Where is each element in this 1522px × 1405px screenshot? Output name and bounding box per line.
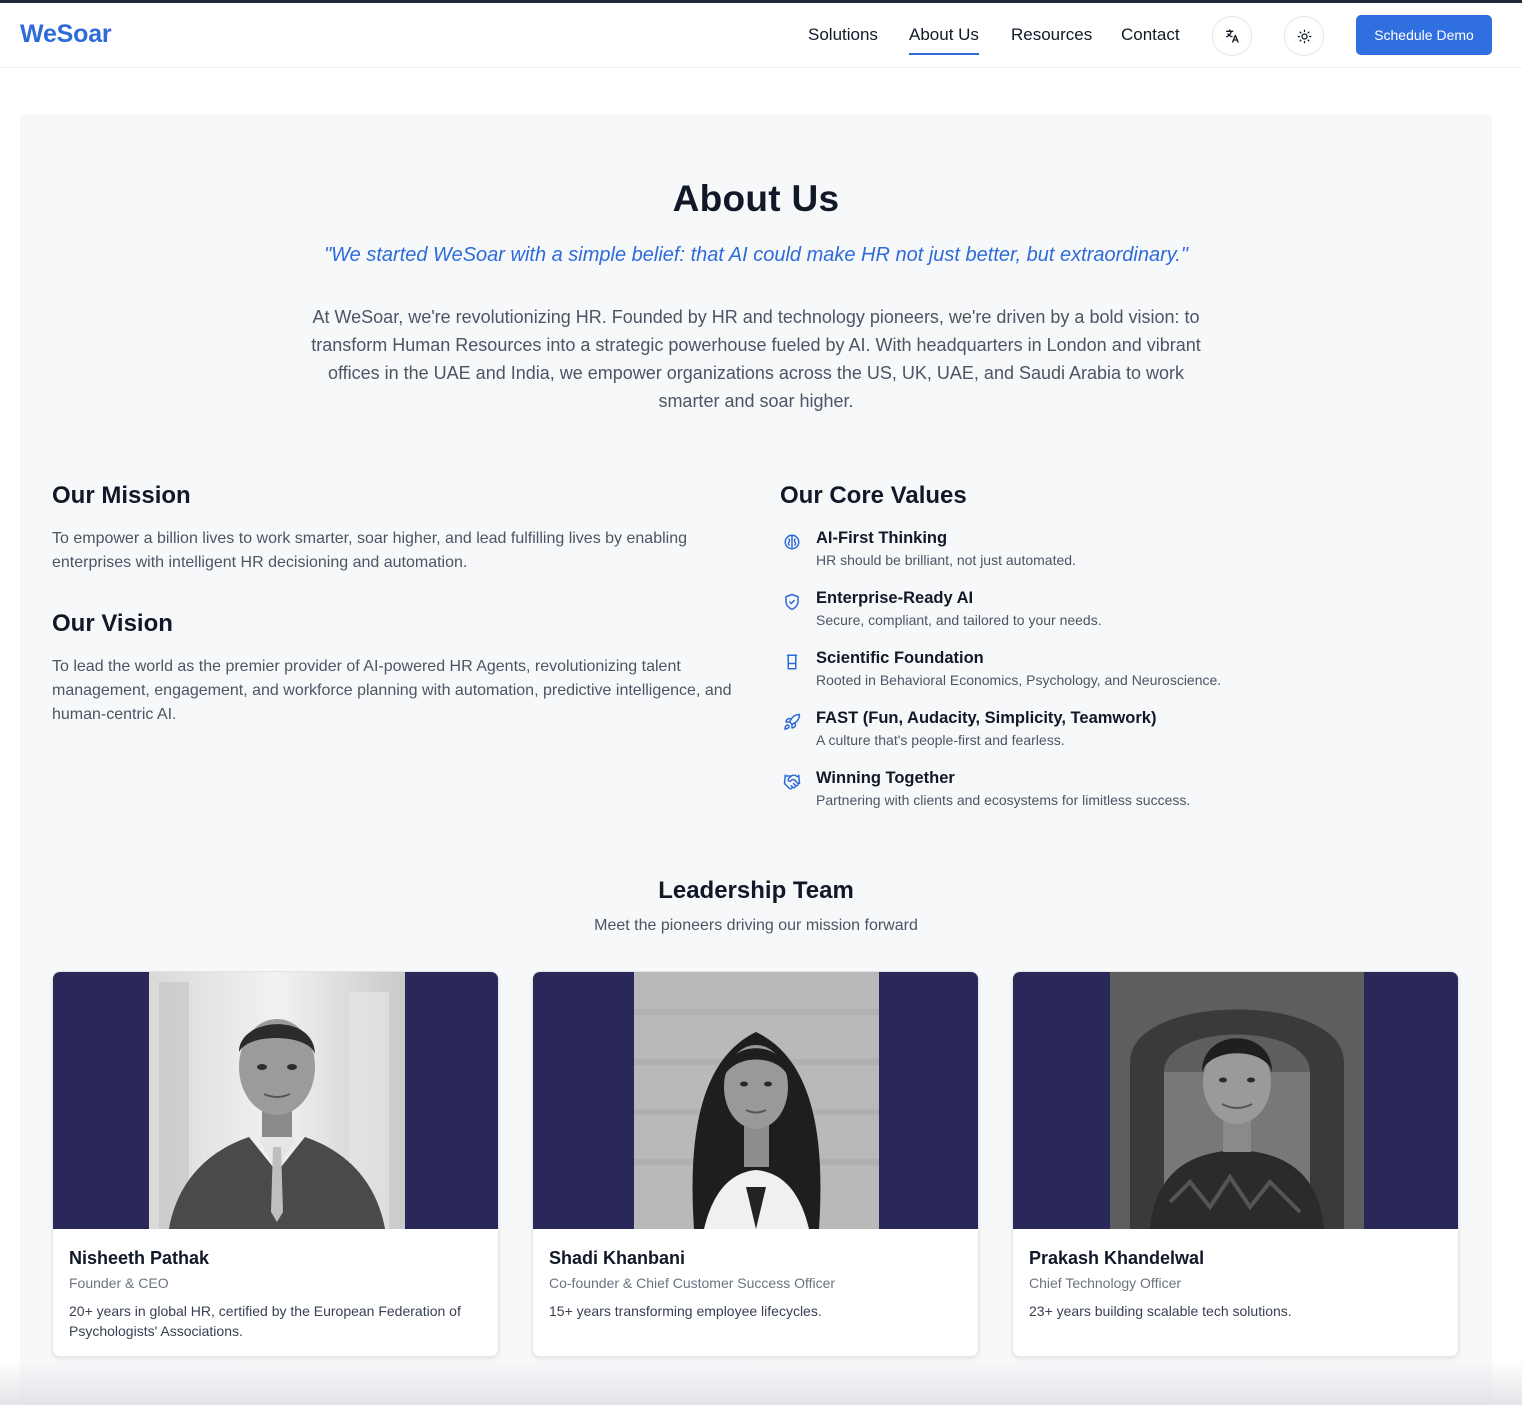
value-title: Enterprise-Ready AI xyxy=(816,589,974,607)
value-title: Scientific Foundation xyxy=(816,649,984,667)
value-title: AI-First Thinking xyxy=(816,529,948,547)
active-nav-indicator xyxy=(909,53,979,55)
page-title: About Us xyxy=(672,178,840,219)
vision-heading: Our Vision xyxy=(52,610,173,637)
value-description: Secure, compliant, and tailored to your … xyxy=(816,612,1102,628)
language-button[interactable] xyxy=(1212,16,1252,56)
value-description: A culture that's people-first and fearle… xyxy=(816,732,1065,748)
mission-heading: Our Mission xyxy=(52,482,191,509)
member-bio: 23+ years building scalable tech solutio… xyxy=(1029,1303,1292,1319)
value-title: Winning Together xyxy=(816,769,955,787)
member-photo-frame xyxy=(1013,972,1458,1229)
member-name: Prakash Khandelwal xyxy=(1029,1248,1205,1268)
vision-text: To lead the world as the premier provide… xyxy=(52,658,732,723)
member-role: Chief Technology Officer xyxy=(1029,1275,1182,1291)
team-card[interactable]: Nisheeth Pathak Founder & CEO 20+ years … xyxy=(52,971,499,1357)
site-header: WeSoar Solutions About Us Resources Cont… xyxy=(0,3,1522,68)
value-title: FAST (Fun, Audacity, Simplicity, Teamwor… xyxy=(816,709,1157,727)
value-description: Partnering with clients and ecosystems f… xyxy=(816,792,1191,808)
schedule-demo-button[interactable]: Schedule Demo xyxy=(1356,15,1492,55)
core-values-heading: Our Core Values xyxy=(780,482,967,509)
team-card[interactable]: Shadi Khanbani Co-founder & Chief Custom… xyxy=(532,971,979,1357)
team-card[interactable]: Prakash Khandelwal Chief Technology Offi… xyxy=(1012,971,1459,1357)
value-item: Winning Together Partnering with clients… xyxy=(780,769,1480,819)
member-name: Shadi Khanbani xyxy=(549,1248,686,1268)
nav-solutions[interactable]: Solutions xyxy=(808,25,878,45)
theme-toggle-button[interactable] xyxy=(1284,16,1324,56)
mission-text: To empower a billion lives to work smart… xyxy=(52,530,687,571)
team-heading: Leadership Team xyxy=(658,877,854,904)
member-role: Co-founder & Chief Customer Success Offi… xyxy=(549,1275,836,1291)
value-description: Rooted in Behavioral Economics, Psycholo… xyxy=(816,672,1222,688)
value-item: Enterprise-Ready AI Secure, compliant, a… xyxy=(780,589,1480,639)
member-photo xyxy=(149,972,405,1229)
member-role: Founder & CEO xyxy=(69,1275,169,1291)
translate-icon xyxy=(1226,29,1239,43)
nav-resources[interactable]: Resources xyxy=(1011,25,1092,45)
brain-icon xyxy=(784,534,800,550)
team-subtitle: Meet the pioneers driving our mission fo… xyxy=(594,917,918,934)
handshake-icon xyxy=(783,774,801,790)
beaker-icon xyxy=(786,654,798,670)
intro-paragraph: At WeSoar, we're revolutionizing HR. Fou… xyxy=(311,307,1201,411)
member-bio: 20+ years in global HR, certified by the… xyxy=(69,1303,461,1339)
bottom-fade-overlay xyxy=(0,1360,1522,1405)
member-photo xyxy=(634,972,879,1229)
value-item: Scientific Foundation Rooted in Behavior… xyxy=(780,649,1480,699)
member-photo xyxy=(1110,972,1364,1229)
value-description: HR should be brilliant, not just automat… xyxy=(816,552,1076,568)
founder-quote: "We started WeSoar with a simple belief:… xyxy=(324,244,1188,266)
member-photo-frame xyxy=(53,972,498,1229)
sun-icon xyxy=(1297,29,1311,43)
value-item: FAST (Fun, Audacity, Simplicity, Teamwor… xyxy=(780,709,1480,759)
value-item: AI-First Thinking HR should be brilliant… xyxy=(780,529,1480,579)
member-name: Nisheeth Pathak xyxy=(69,1248,210,1268)
nav-contact[interactable]: Contact xyxy=(1121,25,1180,45)
nav-about-us[interactable]: About Us xyxy=(909,25,979,45)
member-photo-frame xyxy=(533,972,978,1229)
member-bio: 15+ years transforming employee lifecycl… xyxy=(549,1303,822,1319)
shield-check-icon xyxy=(785,593,799,611)
wesoar-logo[interactable]: WeSoar xyxy=(20,20,112,49)
rocket-icon xyxy=(784,713,801,730)
